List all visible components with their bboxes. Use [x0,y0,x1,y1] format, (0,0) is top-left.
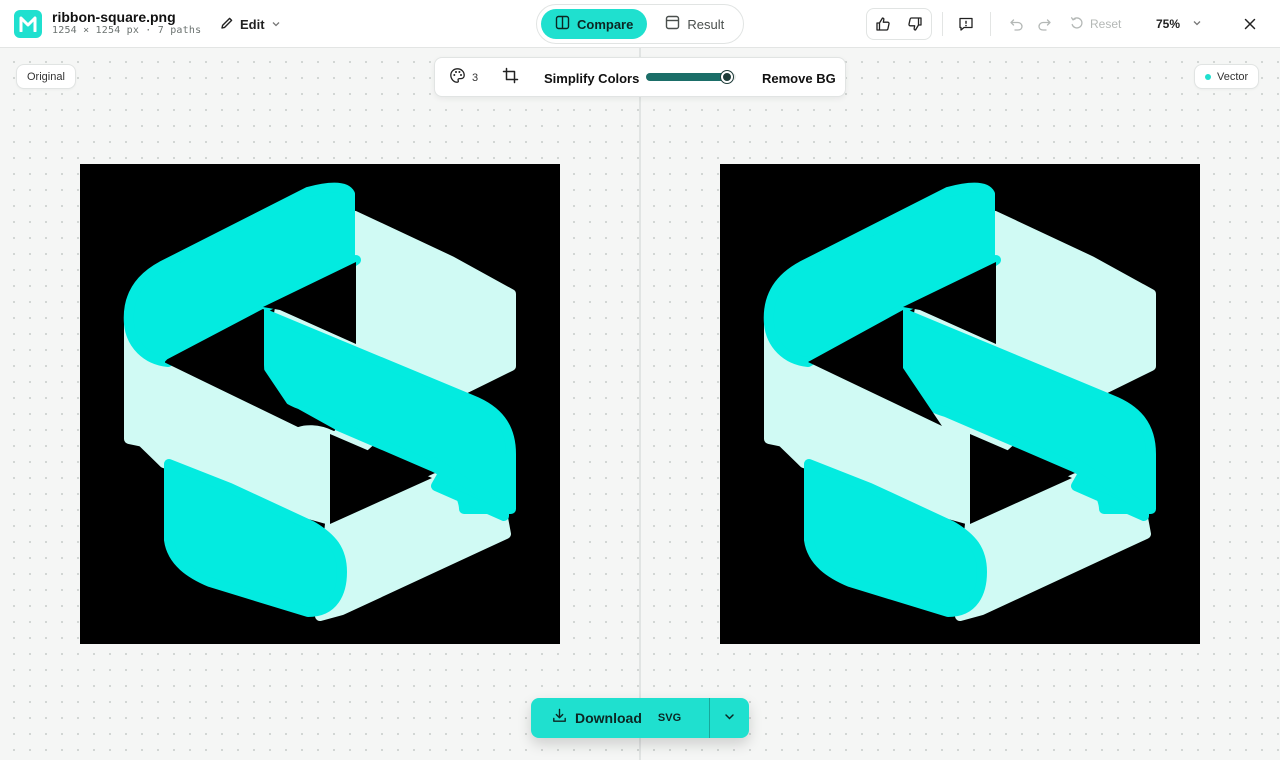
download-label: Download [575,710,642,726]
edit-menu-button[interactable]: Edit [212,10,289,38]
toolbar-divider [942,12,943,36]
pencil-icon [220,16,234,33]
chevron-down-icon [271,17,281,32]
chevron-down-icon [724,709,735,727]
crop-button[interactable] [502,58,519,98]
toolbar-divider [990,12,991,36]
close-icon[interactable] [1236,10,1264,38]
reset-button[interactable]: Reset [1070,10,1121,38]
download-split-button: Download SVG [531,698,749,738]
download-format: SVG [657,712,682,724]
file-name: ribbon-square.png [52,9,176,25]
download-icon [552,708,567,728]
color-count: 3 [472,72,479,84]
chevron-down-icon [1192,17,1202,31]
ribbon-logo-vector [763,182,1156,621]
redo-icon[interactable] [1030,10,1058,38]
zoom-value: 75% [1156,17,1181,31]
vector-label-text: Vector [1217,70,1249,83]
thumbs-down-icon[interactable] [899,9,931,39]
simplify-colors-slider[interactable] [646,71,736,83]
zoom-select[interactable]: 75% [1156,10,1202,38]
edit-label: Edit [240,16,265,32]
tab-compare-label: Compare [577,16,634,32]
reset-icon [1070,16,1084,33]
simplify-colors-text: Simplify Colors [544,70,640,86]
top-bar: ribbon-square.png 1254 × 1254 px · 7 pat… [0,0,1280,48]
vector-result-image[interactable] [720,164,1200,644]
crop-icon [502,67,519,89]
remove-bg-button[interactable]: Remove BG [762,58,836,98]
slider-fill [646,73,727,81]
feedback-rating-group [866,8,932,40]
status-dot [1205,73,1211,80]
tab-compare[interactable]: Compare [541,9,648,39]
vectorize-toolbar: 3 Simplify Colors Remove BG [434,57,846,97]
reset-label: Reset [1090,17,1122,31]
original-image[interactable] [80,164,560,644]
download-options-button[interactable] [710,698,749,738]
compare-divider[interactable] [639,48,641,760]
app-logo-icon[interactable] [14,10,42,38]
remove-bg-text: Remove BG [762,70,836,86]
palette-icon [449,67,466,89]
download-button[interactable]: Download SVG [531,698,709,738]
vector-panel-label: Vector [1194,64,1260,89]
tab-result-label: Result [687,16,725,32]
slider-handle[interactable] [721,71,733,83]
ribbon-logo-original [123,182,516,621]
window-icon [665,15,680,33]
original-label-text: Original [27,70,65,83]
original-panel-label: Original [16,64,76,89]
thumbs-up-icon[interactable] [867,9,899,39]
simplify-colors-label: Simplify Colors [544,58,639,98]
color-count-button[interactable]: 3 [449,58,478,98]
columns-icon [555,15,570,33]
file-meta: 1254 × 1254 px · 7 paths [52,25,202,36]
view-mode-toggle: Compare Result [536,4,744,44]
feedback-icon[interactable] [952,10,980,38]
undo-icon[interactable] [1002,10,1030,38]
tab-result[interactable]: Result [651,9,738,39]
